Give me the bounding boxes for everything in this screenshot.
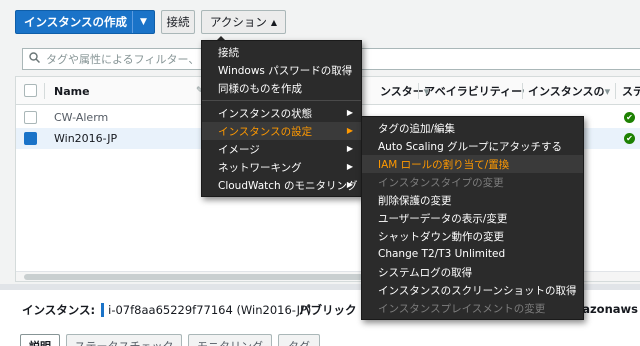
column-header-instance-state[interactable]: インスタンスの ▾ (528, 77, 614, 105)
actions-button[interactable]: アクション ▲ (201, 10, 286, 34)
actions-label: アクション (209, 15, 267, 29)
column-header-status[interactable]: ステ (622, 77, 640, 105)
check-circle-icon: ✔ (624, 133, 635, 144)
menu-item-attach-auto-scaling-group[interactable]: Auto Scaling グループにアタッチする (362, 137, 583, 155)
menu-item-label: ネットワーキング (218, 161, 302, 174)
column-divider (615, 83, 616, 99)
menu-item-launch-more-like-this[interactable]: 同様のものを作成 (202, 79, 361, 97)
column-divider (522, 83, 523, 99)
menu-item-get-system-log[interactable]: システムログの取得 (362, 263, 583, 281)
chevron-right-icon: ▶ (346, 108, 353, 117)
search-placeholder: タグや属性によるフィルター、また (46, 53, 222, 66)
column-divider (418, 83, 419, 99)
tab-description[interactable]: 説明 (20, 334, 60, 346)
menu-item-label: インスタンスの状態 (218, 107, 313, 120)
instance-summary: インスタンス: i-07f8aa65229f77164 (Win2016-JP) (22, 302, 311, 318)
column-header-instance-state-label: インスタンスの (528, 85, 605, 98)
instance-settings-submenu: タグの追加/編集 Auto Scaling グループにアタッチする IAM ロー… (361, 116, 584, 320)
menu-item-instance-state[interactable]: インスタンスの状態 ▶ (202, 104, 361, 122)
menu-item-change-instance-type: インスタンスタイプの変更 (378, 176, 504, 189)
row-checkbox[interactable] (24, 111, 37, 124)
selection-marker (101, 303, 105, 317)
menu-item-change-t2-t3-unlimited[interactable]: Change T2/T3 Unlimited (362, 245, 583, 263)
menu-item-change-termination-protection[interactable]: 削除保護の変更 (362, 191, 583, 209)
row-checkbox[interactable] (24, 132, 37, 145)
menu-item-view-change-user-data[interactable]: ユーザーデータの表示/変更 (362, 209, 583, 227)
chevron-right-icon: ▶ (346, 162, 353, 171)
menu-item-instance-settings[interactable]: インスタンスの設定 ▶ (202, 122, 361, 140)
row-name: Win2016-JP (54, 132, 118, 145)
chevron-right-icon: ▶ (346, 180, 353, 189)
actions-menu: 接続 Windows パスワードの取得 同様のものを作成 インスタンスの状態 ▶… (201, 40, 362, 197)
menu-item-modify-instance-placement: インスタンスプレイスメントの変更 (378, 302, 546, 315)
column-header-instance-type[interactable]: ンスター ▾ (380, 77, 428, 105)
column-header-availability-zone-label: アベイラビリティー (424, 85, 523, 98)
create-instance-label: インスタンスの作成 (24, 15, 128, 29)
chevron-right-icon: ▶ (346, 144, 353, 153)
sort-icon: ▾ (604, 84, 611, 98)
instance-value: i-07f8aa65229f77164 (Win2016-JP) (108, 303, 312, 317)
menu-item-cloudwatch-monitoring[interactable]: CloudWatch のモニタリング ▶ (202, 176, 361, 194)
search-icon (29, 52, 41, 66)
menu-item-networking[interactable]: ネットワーキング ▶ (202, 158, 361, 176)
column-header-name[interactable]: Name (54, 77, 194, 105)
instance-label: インスタンス: (22, 303, 96, 317)
menu-item-get-windows-password[interactable]: Windows パスワードの取得 (202, 61, 361, 79)
menu-item-change-shutdown-behavior[interactable]: シャットダウン動作の変更 (362, 227, 583, 245)
menu-item-label: CloudWatch のモニタリング (218, 179, 358, 192)
menu-divider (202, 100, 361, 101)
create-instance-dropdown-icon[interactable]: ▼ (132, 11, 154, 33)
toolbar: インスタンスの作成 ▼ 接続 アクション ▲ (0, 0, 640, 44)
chevron-up-icon: ▲ (270, 17, 278, 27)
tab-monitoring[interactable]: モニタリング (188, 334, 272, 346)
menu-item-attach-replace-iam-role[interactable]: IAM ロールの割り当て/置換 (362, 155, 583, 173)
public-dns-label: パブリック D (299, 303, 371, 317)
row-name: CW-Alerm (54, 111, 109, 124)
column-divider (44, 83, 45, 99)
select-all-checkbox[interactable] (24, 84, 37, 97)
menu-item-label: インスタンスの設定 (218, 125, 313, 138)
menu-item-label: イメージ (218, 143, 260, 156)
chevron-right-icon: ▶ (346, 126, 353, 135)
connect-button[interactable]: 接続 (161, 10, 195, 34)
menu-item-get-instance-screenshot[interactable]: インスタンスのスクリーンショットの取得 (362, 281, 583, 299)
menu-item-image[interactable]: イメージ ▶ (202, 140, 361, 158)
check-circle-icon: ✔ (624, 112, 635, 123)
tab-tags[interactable]: タグ (278, 334, 320, 346)
column-header-availability-zone[interactable]: アベイラビリティー ▾ (424, 77, 524, 105)
create-instance-button[interactable]: インスタンスの作成 ▼ (15, 10, 155, 34)
tab-status-checks[interactable]: ステータスチェック (66, 334, 182, 346)
menu-item-connect[interactable]: 接続 (202, 43, 361, 61)
menu-item-add-edit-tags[interactable]: タグの追加/編集 (362, 119, 583, 137)
